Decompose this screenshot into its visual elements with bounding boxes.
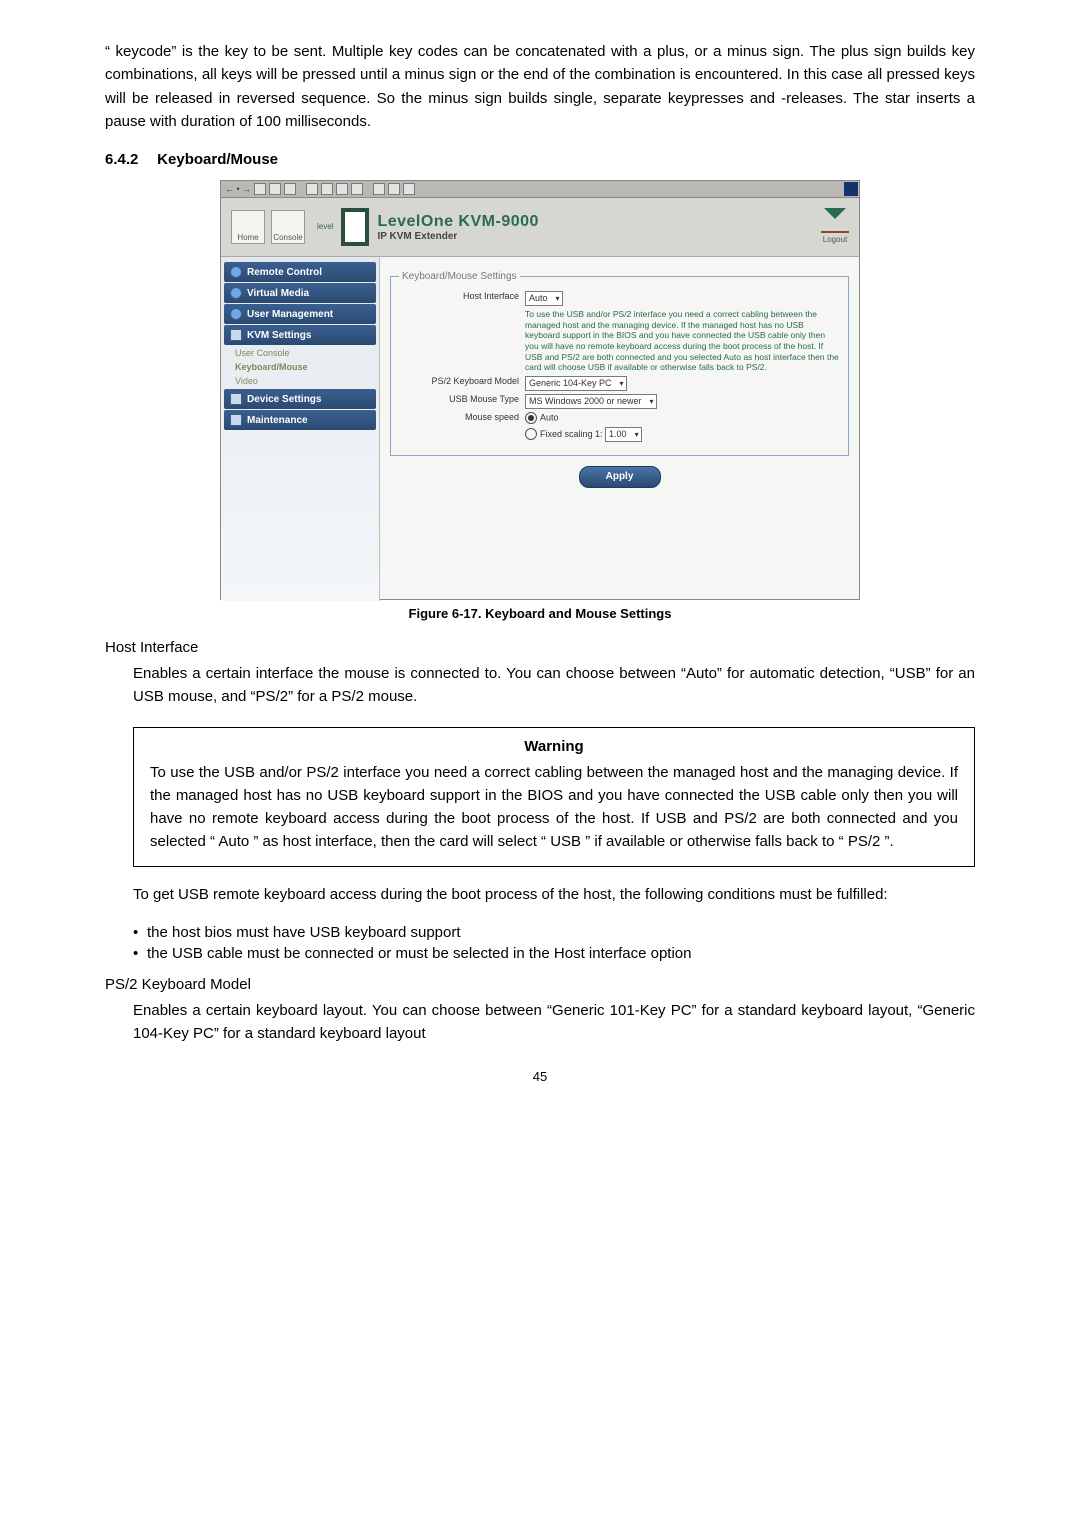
brand-logo-icon — [341, 208, 369, 246]
nav-icon — [230, 287, 242, 299]
ps2-text: Enables a certain keyboard layout. You c… — [133, 999, 975, 1046]
nav-icon — [230, 308, 242, 320]
home-icon[interactable]: Home — [231, 210, 265, 244]
toolbar-button-icon[interactable] — [336, 183, 348, 195]
list-item: the host bios must have USB keyboard sup… — [133, 924, 975, 941]
brand-subtitle: IP KVM Extender — [377, 231, 538, 242]
host-interface-label: Host Interface — [399, 291, 525, 306]
nav-icon — [230, 393, 242, 405]
page: “ keycode” is the key to be sent. Multip… — [105, 0, 975, 1104]
browser-toolbar: ← • → — [221, 181, 859, 198]
host-interface-note: To use the USB and/or PS/2 interface you… — [525, 309, 840, 373]
logo-text-top: level — [317, 223, 333, 231]
nav-icon — [230, 414, 242, 426]
toolbar-button-icon[interactable] — [403, 183, 415, 195]
warning-text: To use the USB and/or PS/2 interface you… — [150, 761, 958, 854]
logout-label: Logout — [821, 235, 849, 244]
nav-icon — [230, 266, 242, 278]
toolbar-logo-icon — [844, 182, 858, 196]
content-pane: Keyboard/Mouse Settings Host Interface A… — [380, 257, 859, 601]
sidebar-item-maintenance[interactable]: Maintenance — [224, 410, 376, 430]
console-icon[interactable]: Console — [271, 210, 305, 244]
sidebar-item-virtual-media[interactable]: Virtual Media — [224, 283, 376, 303]
toolbar-button-icon[interactable] — [373, 183, 385, 195]
sidebar-sub-video[interactable]: Video — [221, 374, 379, 388]
ps2-model-select[interactable]: Generic 104-Key PC — [525, 376, 627, 391]
logout-icon — [824, 208, 846, 230]
host-interface-heading: Host Interface — [105, 639, 975, 656]
mouse-speed-fixed-radio[interactable] — [525, 428, 537, 440]
toolbar-button-icon[interactable] — [351, 183, 363, 195]
nav-icon — [230, 329, 242, 341]
section-title: Keyboard/Mouse — [157, 151, 278, 168]
mouse-speed-fixed-label: Fixed scaling 1: — [540, 429, 603, 439]
app-header: Home Console level LevelOne KVM-9000 IP … — [221, 198, 859, 257]
warning-title: Warning — [150, 738, 958, 755]
ps2-model-label: PS/2 Keyboard Model — [399, 376, 525, 391]
logout-block[interactable]: Logout — [821, 208, 849, 244]
usb-mouse-label: USB Mouse Type — [399, 394, 525, 409]
keyboard-mouse-fieldset: Keyboard/Mouse Settings Host Interface A… — [390, 271, 849, 456]
sidebar: Remote Control Virtual Media User Manage… — [221, 257, 380, 601]
toolbar-button-icon[interactable] — [269, 183, 281, 195]
mouse-speed-auto-radio[interactable] — [525, 412, 537, 424]
sidebar-sub-user-console[interactable]: User Console — [221, 346, 379, 360]
warning-box: Warning To use the USB and/or PS/2 inter… — [133, 727, 975, 867]
mouse-speed-label: Mouse speed — [399, 412, 525, 424]
page-number: 45 — [105, 1069, 975, 1084]
apply-button[interactable]: Apply — [579, 466, 661, 488]
ps2-heading: PS/2 Keyboard Model — [105, 976, 975, 993]
host-interface-text: Enables a certain interface the mouse is… — [133, 662, 975, 709]
sidebar-sub-keyboard-mouse[interactable]: Keyboard/Mouse — [221, 360, 379, 374]
toolbar-button-icon[interactable] — [388, 183, 400, 195]
section-heading: 6.4.2 Keyboard/Mouse — [105, 151, 975, 168]
brand-title: LevelOne KVM-9000 — [377, 213, 538, 231]
figure: ← • → Home Console l — [105, 180, 975, 600]
intro-paragraph: “ keycode” is the key to be sent. Multip… — [105, 40, 975, 133]
toolbar-button-icon[interactable] — [254, 183, 266, 195]
toolbar-arrows: ← • → — [225, 184, 251, 194]
usb-conditions-lead: To get USB remote keyboard access during… — [133, 883, 975, 906]
mouse-speed-auto-label: Auto — [540, 412, 559, 422]
fieldset-legend: Keyboard/Mouse Settings — [399, 271, 520, 282]
list-item: the USB cable must be connected or must … — [133, 945, 975, 962]
mouse-speed-fixed-select[interactable]: 1.00 — [605, 427, 642, 442]
sidebar-item-user-management[interactable]: User Management — [224, 304, 376, 324]
usb-mouse-select[interactable]: MS Windows 2000 or newer — [525, 394, 657, 409]
toolbar-button-icon[interactable] — [306, 183, 318, 195]
figure-caption: Figure 6-17. Keyboard and Mouse Settings — [105, 606, 975, 621]
host-interface-select[interactable]: Auto — [525, 291, 563, 306]
sidebar-item-device-settings[interactable]: Device Settings — [224, 389, 376, 409]
toolbar-button-icon[interactable] — [321, 183, 333, 195]
sidebar-item-remote-control[interactable]: Remote Control — [224, 262, 376, 282]
screenshot: ← • → Home Console l — [220, 180, 860, 600]
usb-conditions-list: the host bios must have USB keyboard sup… — [133, 924, 975, 962]
toolbar-button-icon[interactable] — [284, 183, 296, 195]
sidebar-item-kvm-settings[interactable]: KVM Settings — [224, 325, 376, 345]
section-number: 6.4.2 — [105, 151, 153, 168]
